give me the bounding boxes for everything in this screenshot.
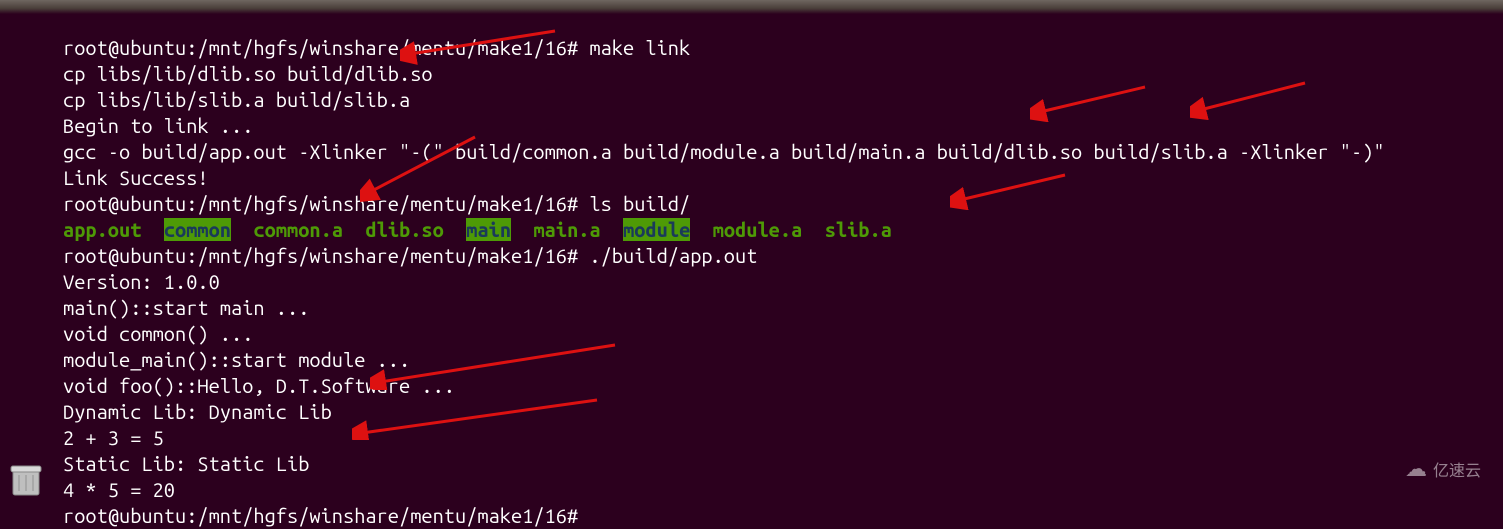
ls-common-dir: common xyxy=(164,218,231,241)
prompt-line-2: root@ubuntu:/mnt/hgfs/winshare/mentu/mak… xyxy=(63,192,690,215)
ls-common-a: common.a xyxy=(253,218,343,241)
trash-icon[interactable] xyxy=(6,457,46,497)
ls-main-a: main.a xyxy=(533,218,600,241)
output-common: void common() ... xyxy=(63,322,253,345)
ls-output: app.out common common.a dlib.so main mai… xyxy=(63,218,892,241)
output-begin-link: Begin to link ... xyxy=(63,114,253,137)
output-module-main: module_main()::start module ... xyxy=(63,348,410,371)
ls-main-dir: main xyxy=(466,218,511,241)
output-version: Version: 1.0.0 xyxy=(63,270,220,293)
output-dynamic-lib: Dynamic Lib: Dynamic Lib xyxy=(63,400,332,423)
output-static-lib: Static Lib: Static Lib xyxy=(63,452,309,475)
ls-module-dir: module xyxy=(623,218,690,241)
output-foo: void foo()::Hello, D.T.Software ... xyxy=(63,374,455,397)
ls-dlib-so: dlib.so xyxy=(365,218,443,241)
watermark: ☁ 亿速云 xyxy=(1405,457,1481,481)
output-cp-slib: cp libs/lib/slib.a build/slib.a xyxy=(63,88,410,111)
prompt-line-1: root@ubuntu:/mnt/hgfs/winshare/mentu/mak… xyxy=(63,36,690,59)
ls-module-a: module.a xyxy=(713,218,803,241)
output-sum: 2 + 3 = 5 xyxy=(63,426,164,449)
output-link-success: Link Success! xyxy=(63,166,209,189)
terminal-output[interactable]: root@ubuntu:/mnt/hgfs/winshare/mentu/mak… xyxy=(63,9,1385,529)
ls-app-out: app.out xyxy=(63,218,141,241)
ls-slib-a: slib.a xyxy=(825,218,892,241)
prompt-line-4: root@ubuntu:/mnt/hgfs/winshare/mentu/mak… xyxy=(63,504,589,527)
output-cp-dlib: cp libs/lib/dlib.so build/dlib.so xyxy=(63,62,433,85)
output-product: 4 * 5 = 20 xyxy=(63,478,175,501)
output-main-start: main()::start main ... xyxy=(63,296,309,319)
prompt-line-3: root@ubuntu:/mnt/hgfs/winshare/mentu/mak… xyxy=(63,244,757,267)
output-gcc: gcc -o build/app.out -Xlinker "-(" build… xyxy=(63,140,1385,163)
watermark-text: 亿速云 xyxy=(1433,457,1481,481)
cloud-icon: ☁ xyxy=(1405,458,1427,480)
